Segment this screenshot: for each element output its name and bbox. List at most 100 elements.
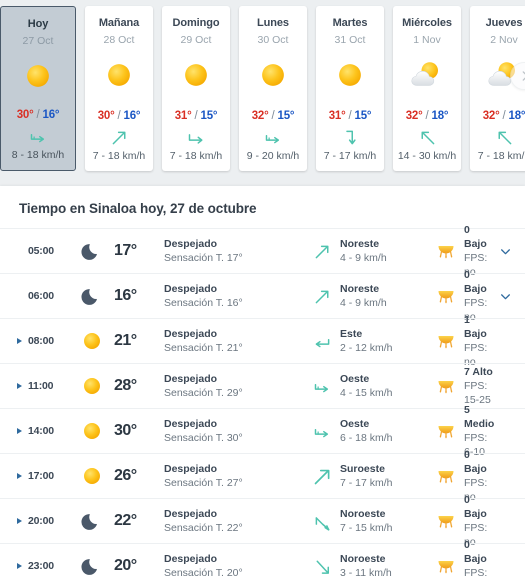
- hour-wind: Noroeste 3 - 11 km/h: [340, 552, 428, 580]
- hourly-row[interactable]: 06:00 16° Despejado Sensación T. 16° Noreste…: [0, 269, 525, 323]
- day-forecast-card[interactable]: Mañana 28 Oct 30° / 16° 7 - 18 km/h: [85, 6, 153, 171]
- daily-forecast-track[interactable]: Hoy 27 Oct 30° / 16° 8 - 18 km/h Mañana 28 Oc…: [0, 6, 525, 171]
- hour-time: 20:00: [28, 515, 54, 527]
- hour-uv-index: 0 Bajo: [464, 494, 487, 520]
- day-temp-separator: /: [191, 110, 201, 122]
- hour-time: 05:00: [28, 245, 54, 257]
- hour-temperature: 28°: [114, 377, 137, 394]
- hourly-row[interactable]: 08:00 21° Despejado Sensación T. 21° Este 2 -…: [0, 314, 525, 368]
- day-wind-range: 7 - 18 km/h: [169, 150, 223, 162]
- day-name: Jueves: [485, 17, 523, 29]
- arrow-northwest-icon: [417, 129, 438, 146]
- hourly-row[interactable]: 05:00 17° Despejado Sensación T. 17° Noreste…: [0, 224, 525, 278]
- moon-icon: [72, 285, 112, 307]
- day-temp-separator: /: [422, 110, 432, 122]
- hour-temperature: 16°: [114, 287, 137, 304]
- arrow-northeast-icon: [304, 241, 340, 262]
- day-wind-range: 7 - 18 km/h: [477, 150, 525, 162]
- expand-row-triangle-icon[interactable]: [14, 428, 24, 434]
- hourly-row[interactable]: 14:00 30° Despejado Sensación T. 30° Oeste 6 …: [0, 404, 525, 458]
- day-temp-separator: /: [114, 110, 124, 122]
- day-forecast-card[interactable]: Lunes 30 Oct 32° / 15° 9 - 20 km/h: [239, 6, 307, 171]
- sun-icon: [72, 420, 112, 442]
- sun-icon: [335, 56, 365, 94]
- hour-condition-main: Despejado: [164, 418, 218, 430]
- hour-condition: Despejado Sensación T. 29°: [164, 372, 304, 400]
- day-name: Miércoles: [402, 17, 452, 29]
- hour-temperature: 17°: [114, 242, 137, 259]
- hour-temperature: 26°: [114, 467, 137, 484]
- hourly-row[interactable]: 23:00 20° Despejado Sensación T. 20° Noroest…: [0, 539, 525, 584]
- day-temp-min: 18°: [508, 110, 525, 122]
- hour-feels-like: Sensación T. 22°: [164, 522, 243, 534]
- hour-temperature: 22°: [114, 512, 137, 529]
- day-forecast-card[interactable]: Domingo 29 Oct 31° / 15° 7 - 18 km/h: [162, 6, 230, 171]
- hourly-row[interactable]: 20:00 22° Despejado Sensación T. 22° Noroest…: [0, 494, 525, 548]
- uv-sun-rays-icon: [428, 376, 464, 396]
- day-forecast-card[interactable]: Martes 31 Oct 31° / 15° 7 - 17 km/h: [316, 6, 384, 171]
- expand-row-triangle-icon[interactable]: [14, 383, 24, 389]
- hour-temperature: 30°: [114, 422, 137, 439]
- day-temp-max: 30°: [97, 110, 115, 122]
- uv-sun-rays-icon: [428, 286, 464, 306]
- arrow-northeast-big-icon: [304, 466, 340, 487]
- arrow-east-hook-icon: [304, 421, 340, 442]
- day-forecast-card[interactable]: Hoy 27 Oct 30° / 16° 8 - 18 km/h: [0, 6, 76, 171]
- sun-behind-cloud-icon: [408, 56, 446, 94]
- day-date: 31 Oct: [334, 34, 366, 46]
- page-title: Tiempo en Sinaloa hoy, 27 de octubre: [19, 201, 257, 216]
- day-date: 29 Oct: [180, 34, 212, 46]
- day-temp-min: 18°: [431, 110, 449, 122]
- moon-icon: [72, 555, 112, 577]
- expand-row-triangle-icon[interactable]: [14, 518, 24, 524]
- hour-feels-like: Sensación T. 27°: [164, 477, 243, 489]
- sun-icon: [72, 330, 112, 352]
- moon-icon: [72, 510, 112, 532]
- expand-row-triangle-icon[interactable]: [14, 338, 24, 344]
- hour-feels-like: Sensación T. 20°: [164, 567, 243, 579]
- hour-uv-index: 7 Alto: [464, 366, 493, 378]
- hour-temperature: 20°: [114, 557, 137, 574]
- day-temp-min: 15°: [200, 110, 218, 122]
- hour-uv-fps: FPS: no: [464, 567, 488, 584]
- day-temp-max: 31°: [174, 110, 192, 122]
- day-temp-separator: /: [268, 110, 278, 122]
- hour-wind-speed: 7 - 17 km/h: [340, 477, 393, 489]
- arrow-east-hook-icon: [263, 129, 284, 146]
- sun-icon: [258, 56, 288, 94]
- hour-condition: Despejado Sensación T. 21°: [164, 327, 304, 355]
- expand-row-triangle-icon[interactable]: [14, 563, 24, 569]
- hour-uv-index: 0 Bajo: [464, 449, 487, 475]
- day-forecast-card[interactable]: Miércoles 1 Nov 32° / 18° 14 - 30 km/h: [393, 6, 461, 171]
- hourly-row[interactable]: 11:00 28° Despejado Sensación T. 29° Oeste 4 …: [0, 363, 525, 408]
- chevron-down-icon[interactable]: [493, 290, 517, 303]
- day-name: Hoy: [27, 18, 49, 30]
- hour-wind: Oeste 4 - 15 km/h: [340, 372, 428, 400]
- uv-sun-rays-icon: [428, 511, 464, 531]
- hourly-forecast-list: 05:00 17° Despejado Sensación T. 17° Noreste…: [0, 224, 525, 584]
- day-temp-max: 32°: [482, 110, 500, 122]
- day-temp-min: 15°: [354, 110, 372, 122]
- day-name: Domingo: [172, 17, 220, 29]
- day-temp-max: 32°: [405, 110, 423, 122]
- hour-temperature: 21°: [114, 332, 137, 349]
- hourly-row[interactable]: 17:00 26° Despejado Sensación T. 27° Suroest…: [0, 449, 525, 503]
- hour-uv: 0 Bajo FPS: no: [464, 538, 493, 584]
- chevron-down-icon[interactable]: [493, 245, 517, 258]
- hour-uv: 1 Bajo FPS: no: [464, 313, 493, 369]
- day-date: 28 Oct: [103, 34, 135, 46]
- day-temp-separator: /: [499, 110, 509, 122]
- hour-wind: Noreste 4 - 9 km/h: [340, 282, 428, 310]
- hour-wind-speed: 7 - 15 km/h: [340, 522, 393, 534]
- hour-wind: Suroeste 7 - 17 km/h: [340, 462, 428, 490]
- hour-uv-index: 5 Medio: [464, 404, 495, 430]
- arrow-northwest-icon: [494, 129, 515, 146]
- scroll-next-button[interactable]: [510, 62, 525, 90]
- daily-forecast-strip: Hoy 27 Oct 30° / 16° 8 - 18 km/h Mañana 28 Oc…: [0, 0, 525, 178]
- day-temp-max: 30°: [16, 109, 34, 121]
- day-temp-separator: /: [345, 110, 355, 122]
- hour-condition: Despejado Sensación T. 16°: [164, 282, 304, 310]
- expand-row-triangle-icon[interactable]: [14, 473, 24, 479]
- day-name: Lunes: [257, 17, 289, 29]
- hour-feels-like: Sensación T. 17°: [164, 252, 243, 264]
